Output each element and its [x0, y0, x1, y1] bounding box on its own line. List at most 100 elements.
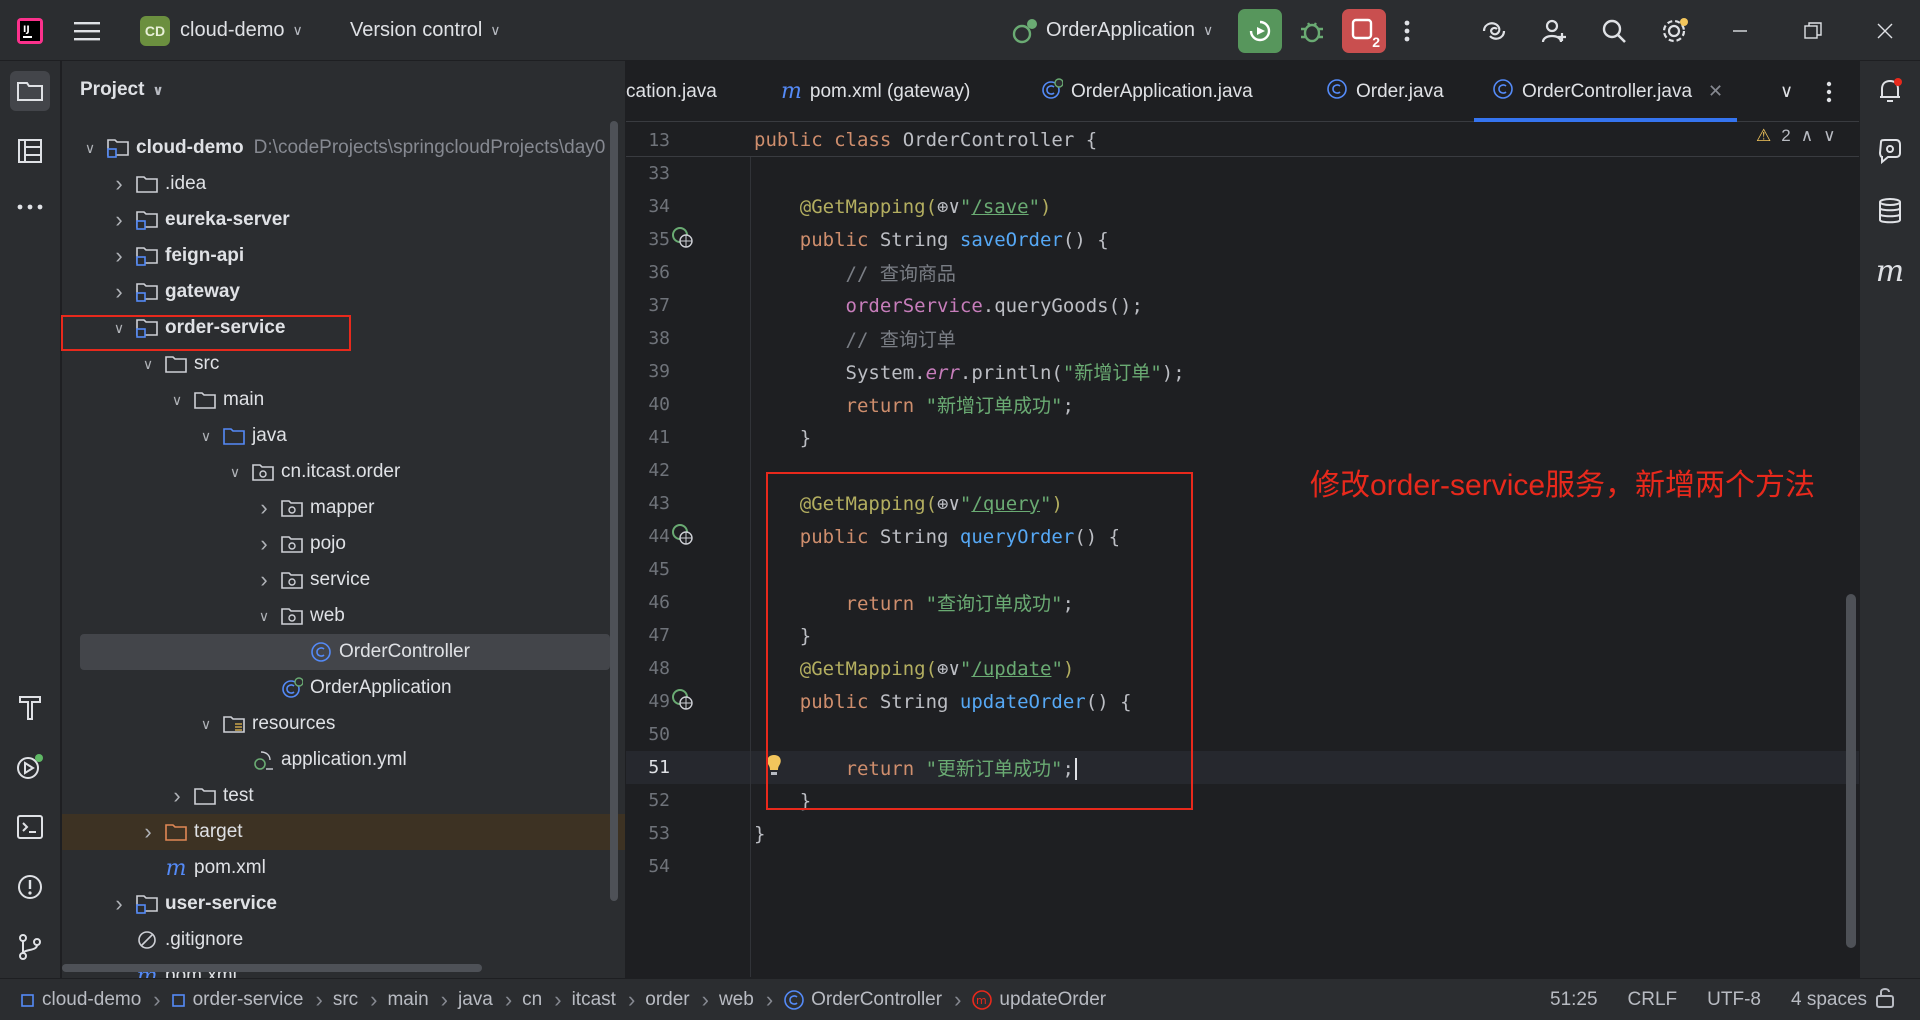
add-user-icon[interactable] [1540, 0, 1568, 61]
tree-node[interactable]: ∨ src [62, 346, 625, 382]
breadcrumb-item[interactable]: itcast [572, 989, 616, 1011]
inspection-widget[interactable]: ⚠ 2 ∧ ∨ [1756, 126, 1836, 146]
restore-window-icon[interactable] [1804, 0, 1822, 61]
chevron-down-icon[interactable]: ∨ [254, 608, 274, 625]
stop-button[interactable]: 2 [1342, 9, 1386, 53]
build-hammer-icon[interactable] [10, 687, 50, 727]
services-run-icon[interactable] [10, 747, 50, 787]
tabs-more-icon[interactable] [1826, 61, 1832, 122]
code-line[interactable]: 53} [626, 817, 1859, 850]
chevron-right-icon[interactable]: › [254, 567, 274, 593]
code-line[interactable]: 37 orderService.queryGoods(); [626, 289, 1859, 322]
tree-node[interactable]: application.yml [62, 742, 625, 778]
chevron-down-icon[interactable]: ∨ [196, 428, 216, 445]
debug-button[interactable] [1290, 9, 1334, 53]
chevron-right-icon[interactable]: › [138, 819, 158, 845]
endpoint-gutter-icon[interactable] [670, 225, 694, 254]
editor-tab[interactable]: OrderController.java ✕ [1474, 61, 1738, 122]
chevron-right-icon[interactable]: › [167, 783, 187, 809]
minimize-window-icon[interactable] [1732, 0, 1748, 61]
chevron-down-icon[interactable]: ∨ [167, 392, 187, 409]
editor-vertical-scrollbar[interactable] [1846, 594, 1856, 948]
terminal-icon[interactable] [10, 807, 50, 847]
breadcrumb-item[interactable]: web [719, 989, 754, 1011]
chevron-right-icon[interactable]: › [109, 279, 129, 305]
breadcrumb-item[interactable]: main [387, 989, 428, 1011]
chevron-down-icon[interactable]: ∨ [225, 464, 245, 481]
chevron-right-icon[interactable]: › [254, 531, 274, 557]
code-line[interactable]: 35 public String saveOrder() { [626, 223, 1859, 256]
main-menu-icon[interactable] [74, 0, 100, 61]
code-line[interactable]: 34 @GetMapping(⊕∨"/save") [626, 190, 1859, 223]
breadcrumb-item[interactable]: src [333, 989, 358, 1011]
run-config-selector[interactable]: OrderApplication ∨ [1010, 0, 1213, 61]
sticky-scroll-line[interactable]: 13 public class OrderController { [626, 124, 1859, 157]
previous-highlight-icon[interactable]: ∧ [1801, 126, 1813, 146]
structure-tool-icon[interactable] [10, 131, 50, 171]
indent-setting[interactable]: 4 spaces [1791, 989, 1867, 1011]
tree-node[interactable]: › gateway [62, 274, 625, 310]
tree-node[interactable]: ∨ cloud-demo D:\codeProjects\springcloudPr… [62, 130, 625, 166]
tree-node[interactable]: › test [62, 778, 625, 814]
chevron-right-icon[interactable]: › [109, 243, 129, 269]
more-tools-icon[interactable] [10, 187, 50, 227]
line-separator[interactable]: CRLF [1628, 989, 1678, 1011]
chevron-right-icon[interactable]: › [109, 891, 129, 917]
database-icon[interactable] [1870, 191, 1910, 231]
tabs-dropdown-icon[interactable]: ∨ [1780, 61, 1793, 122]
code-line[interactable]: 39 System.err.println("新增订单"); [626, 355, 1859, 388]
editor-tab[interactable]: m pom.xml (gateway) [781, 61, 970, 122]
project-selector[interactable]: CD cloud-demo ∨ [140, 0, 303, 61]
editor-tab[interactable]: cation.java [626, 61, 717, 122]
chevron-down-icon[interactable]: ∨ [138, 356, 158, 373]
more-actions-icon[interactable] [1404, 0, 1410, 61]
tree-node[interactable]: ∨ java [62, 418, 625, 454]
rerun-button[interactable] [1238, 9, 1282, 53]
problems-icon[interactable] [10, 867, 50, 907]
editor-tab[interactable]: OrderApplication.java [1041, 61, 1253, 122]
tree-node[interactable]: m pom.xml [62, 850, 625, 886]
breadcrumb-item[interactable]: java [458, 989, 493, 1011]
app-logo-icon[interactable]: IJ [16, 0, 44, 61]
code-line[interactable]: 41 } [626, 421, 1859, 454]
editor-tab[interactable]: Order.java [1326, 61, 1444, 122]
code-line[interactable]: 54 [626, 850, 1859, 883]
chevron-down-icon[interactable]: ∨ [80, 140, 100, 157]
breadcrumb-item[interactable]: cloud-demo [20, 989, 141, 1011]
tree-node[interactable]: OrderApplication [62, 670, 625, 706]
code-line[interactable]: 36 // 查询商品 [626, 256, 1859, 289]
project-tool-folder-icon[interactable] [10, 71, 50, 111]
notifications-bell-icon[interactable] [1870, 71, 1910, 111]
code-line[interactable]: 33 [626, 157, 1859, 190]
tree-node[interactable]: › eureka-server [62, 202, 625, 238]
tree-horizontal-scrollbar[interactable] [62, 964, 482, 972]
tree-node[interactable]: › mapper [62, 490, 625, 526]
settings-gear-icon[interactable] [1660, 0, 1690, 61]
next-highlight-icon[interactable]: ∨ [1823, 126, 1835, 146]
tree-node[interactable]: › feign-api [62, 238, 625, 274]
ai-assistant-icon[interactable] [1480, 0, 1508, 61]
tree-node[interactable]: ∨ web [62, 598, 625, 634]
code-line[interactable]: 40 return "新增订单成功"; [626, 388, 1859, 421]
endpoint-gutter-icon[interactable] [670, 522, 694, 551]
project-panel-header[interactable]: Project ∨ [80, 79, 164, 101]
file-encoding[interactable]: UTF-8 [1707, 989, 1761, 1011]
tree-node[interactable]: OrderController [80, 634, 610, 670]
tree-node[interactable]: ∨ main [62, 382, 625, 418]
tree-vertical-scrollbar[interactable] [610, 121, 618, 901]
breadcrumb-item[interactable]: order-service [171, 989, 303, 1011]
caret-position[interactable]: 51:25 [1550, 989, 1598, 1011]
vcs-selector[interactable]: Version control ∨ [350, 0, 501, 61]
tree-node[interactable]: .gitignore [62, 922, 625, 958]
close-window-icon[interactable] [1876, 0, 1894, 61]
chevron-right-icon[interactable]: › [109, 171, 129, 197]
read-only-lock-icon[interactable] [1874, 986, 1896, 1014]
tree-node[interactable]: › .idea [62, 166, 625, 202]
tree-node[interactable]: › service [62, 562, 625, 598]
git-branch-icon[interactable] [10, 927, 50, 967]
breadcrumb-item[interactable]: order [645, 989, 689, 1011]
code-line[interactable]: 38 // 查询订单 [626, 322, 1859, 355]
tree-node[interactable]: › user-service [62, 886, 625, 922]
breadcrumb-item[interactable]: OrderController [783, 989, 942, 1011]
breadcrumb-item[interactable]: cn [522, 989, 542, 1011]
